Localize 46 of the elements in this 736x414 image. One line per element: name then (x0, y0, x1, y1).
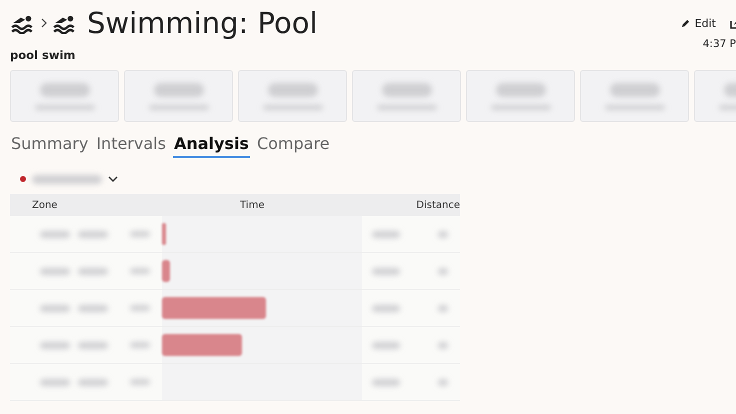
blurred-text (610, 82, 660, 96)
blurred-text (438, 268, 448, 274)
chevron-right-icon (41, 18, 47, 28)
column-header: Zone (31, 200, 58, 210)
pencil-icon (680, 18, 690, 28)
page-title: Swimming: Pool (87, 6, 318, 40)
blurred-text (382, 82, 432, 96)
blurred-text (268, 82, 318, 96)
tab[interactable]: Intervals (95, 134, 167, 158)
blurred-text (130, 379, 150, 385)
chevron-down-icon (108, 176, 118, 182)
column-header: Time (240, 200, 266, 210)
blurred-text (438, 342, 448, 348)
blurred-text (78, 230, 108, 238)
blurred-text (130, 231, 150, 237)
blurred-text (372, 304, 400, 312)
blurred-text (40, 378, 70, 386)
blurred-text (32, 174, 102, 184)
activity-name: pool swim (10, 47, 76, 64)
blurred-text (40, 82, 90, 96)
tab[interactable]: Summary (10, 134, 90, 158)
edit-button[interactable]: Edit (680, 16, 716, 30)
blurred-text (78, 268, 108, 274)
blurred-text (438, 378, 448, 386)
blurred-text (78, 342, 108, 348)
blurred-text (40, 230, 70, 238)
blurred-text (130, 305, 150, 311)
blurred-text (40, 304, 70, 312)
blurred-text (130, 342, 150, 348)
blurred-text (372, 230, 400, 238)
blurred-text (78, 378, 108, 386)
blurred-text (372, 378, 400, 386)
blurred-text (438, 304, 448, 312)
blurred-text (154, 82, 204, 96)
blurred-text (372, 342, 400, 348)
blurred-text (372, 268, 400, 274)
tab[interactable]: Compare (256, 134, 331, 158)
start-time: 4:37 P (702, 38, 736, 52)
tab[interactable]: Analysis (172, 134, 250, 158)
blurred-text (496, 82, 546, 96)
blurred-text (78, 304, 108, 312)
blurred-text (40, 342, 70, 348)
blurred-text (438, 230, 448, 238)
column-header: Distance (415, 200, 460, 210)
blurred-text (130, 268, 150, 274)
blurred-text (40, 268, 70, 274)
